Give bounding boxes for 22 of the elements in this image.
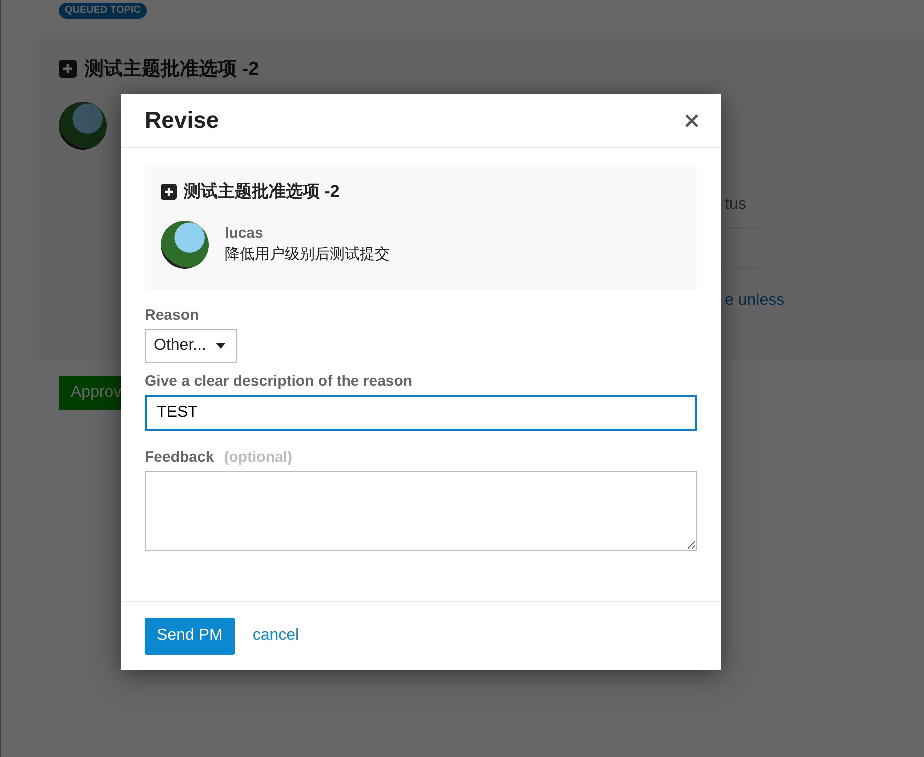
plus-square-icon (59, 60, 77, 78)
status-badge: QUEUED TOPIC (59, 3, 147, 19)
plus-square-icon (161, 184, 177, 200)
caret-icon (216, 343, 226, 349)
post-title: 测试主题批准选项 -2 (85, 58, 260, 82)
avatar-placeholder (161, 221, 209, 269)
optional-hint: (optional) (224, 449, 293, 466)
description-field[interactable]: TEST (145, 395, 697, 431)
reason-dropdown[interactable]: Other... (145, 329, 238, 363)
avatar-placeholder (59, 102, 107, 150)
send-pm-button[interactable]: Send PM (145, 618, 235, 654)
username: lucas (225, 225, 264, 242)
post-body: 降低用户级别后测试提交 (225, 245, 390, 264)
cancel-link[interactable]: cancel (252, 627, 300, 645)
field-label: Feedback (145, 449, 214, 466)
close-icon[interactable] (685, 114, 699, 128)
feedback-field[interactable] (145, 471, 697, 551)
post-title: 测试主题批准选项 -2 (184, 181, 340, 203)
status-text: tus (725, 196, 748, 214)
text-link[interactable]: e unless (725, 292, 924, 310)
dialog-title: Revise (145, 107, 220, 134)
field-label: Reason (145, 307, 200, 324)
